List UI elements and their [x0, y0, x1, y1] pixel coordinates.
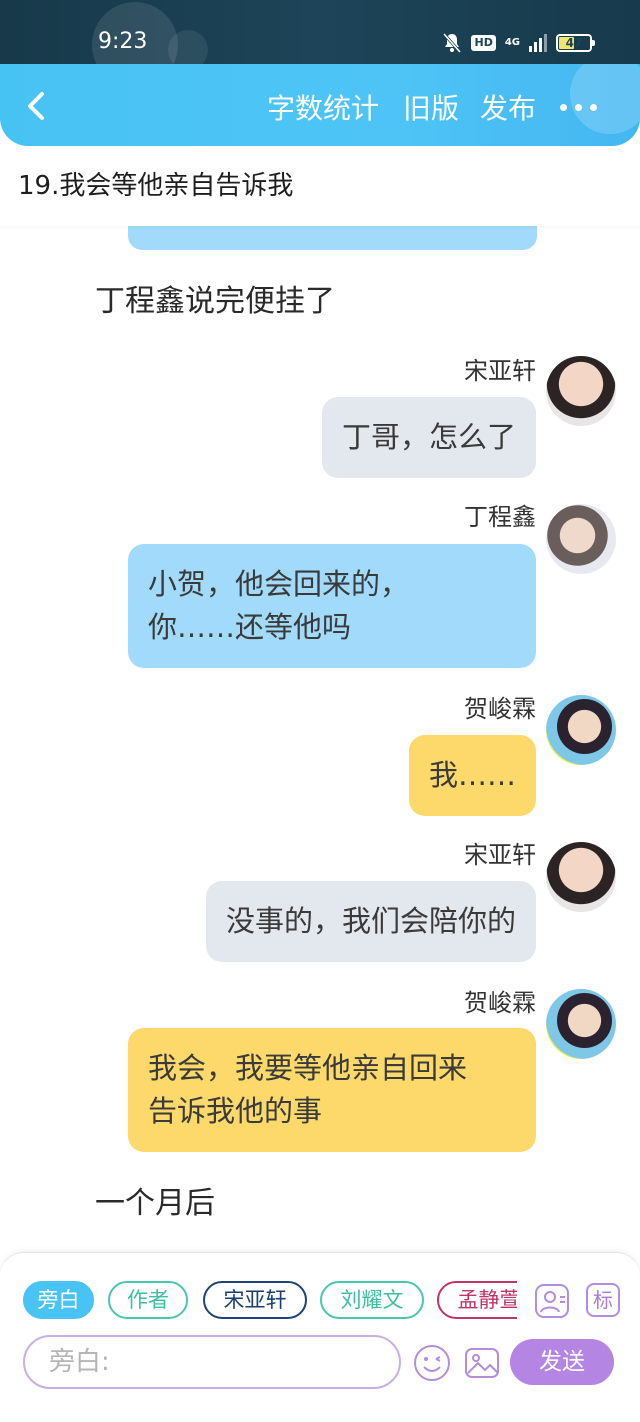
- battery-percent: 47: [565, 36, 583, 50]
- message-bubble-partial: [128, 226, 537, 250]
- message-bubble[interactable]: 丁哥，怎么了: [321, 397, 536, 478]
- message-text-line: 小贺，他会回来的，: [148, 567, 410, 601]
- message-text: 没事的，我们会陪你的: [225, 904, 516, 938]
- old-version-button[interactable]: 旧版: [403, 92, 459, 126]
- message-text-line: 告诉我他的事: [148, 1094, 323, 1128]
- emoji-icon[interactable]: [412, 1343, 452, 1383]
- hd-badge: HD: [471, 35, 496, 51]
- message-bubble[interactable]: 没事的，我们会陪你的: [205, 881, 536, 962]
- tag-icon: 标: [586, 1283, 620, 1317]
- message-text: 我……: [428, 758, 516, 792]
- role-chip-author[interactable]: 作者: [108, 1281, 188, 1319]
- role-chip-song-yaxuan[interactable]: 宋亚轩: [203, 1281, 307, 1319]
- speaker-name: 贺峻霖: [464, 989, 536, 1017]
- status-bar: 9:23 HD 4G 47: [0, 0, 640, 88]
- speaker-name: 宋亚轩: [464, 841, 536, 869]
- more-horizontal-icon[interactable]: [560, 104, 600, 116]
- back-button[interactable]: [18, 86, 58, 126]
- message-text: 丁哥，怎么了: [341, 420, 516, 454]
- status-icons: HD 4G 47: [442, 30, 595, 56]
- avatar-song-yaxuan[interactable]: [546, 842, 616, 912]
- speaker-name: 丁程鑫: [464, 503, 536, 531]
- image-icon[interactable]: [462, 1343, 502, 1383]
- editor-header: 字数统计 旧版 发布: [0, 64, 640, 146]
- send-button[interactable]: 发送: [510, 1339, 614, 1385]
- status-time: 9:23: [98, 29, 148, 54]
- message-bubble[interactable]: 小贺，他会回来的， 你……还等他吗: [128, 544, 536, 668]
- battery-icon: 47: [556, 34, 595, 52]
- chat-area[interactable]: 丁程鑫说完便挂了 宋亚轩 丁哥，怎么了 丁程鑫 小贺，他会回来的， 你……还等他…: [0, 226, 640, 1252]
- role-chip-meng-jingxuan[interactable]: 孟静萱: [437, 1281, 517, 1319]
- speaker-name: 贺峻霖: [464, 695, 536, 723]
- signal-icon: [529, 34, 547, 52]
- avatar-song-yaxuan[interactable]: [546, 356, 616, 426]
- message-text-line: 你……还等他吗: [148, 610, 352, 644]
- avatar-he-junlin[interactable]: [546, 695, 616, 765]
- mute-bell-icon: [443, 33, 462, 53]
- avatar-he-junlin[interactable]: [546, 989, 616, 1059]
- narration-text: 一个月后: [95, 1186, 215, 1221]
- character-manage-icon[interactable]: [534, 1283, 570, 1319]
- role-chip-liu-yaowen[interactable]: 刘耀文: [320, 1281, 424, 1319]
- tag-button[interactable]: 标: [586, 1283, 622, 1319]
- role-chip-clip: 孟静萱: [437, 1281, 517, 1319]
- role-chip-narration[interactable]: 旁白: [23, 1281, 94, 1319]
- network-type: 4G: [504, 37, 520, 48]
- chapter-title[interactable]: 19.我会等他亲自告诉我: [0, 146, 640, 226]
- word-count-button[interactable]: 字数统计: [267, 92, 379, 126]
- publish-button[interactable]: 发布: [480, 92, 536, 126]
- message-bubble[interactable]: 我会，我要等他亲自回来 告诉我他的事: [128, 1028, 536, 1152]
- header-decoration: [570, 64, 640, 134]
- message-bubble[interactable]: 我……: [408, 735, 536, 816]
- narration-text: 丁程鑫说完便挂了: [95, 284, 335, 319]
- message-text-line: 我会，我要等他亲自回来: [148, 1051, 468, 1085]
- speaker-name: 宋亚轩: [464, 357, 536, 385]
- composer-panel: 旁白 作者 宋亚轩 刘耀文 孟静萱 标 发送: [0, 1252, 640, 1422]
- avatar-ding-chengxin[interactable]: [546, 504, 616, 574]
- chevron-left-icon: [28, 92, 44, 120]
- message-input[interactable]: [23, 1335, 401, 1389]
